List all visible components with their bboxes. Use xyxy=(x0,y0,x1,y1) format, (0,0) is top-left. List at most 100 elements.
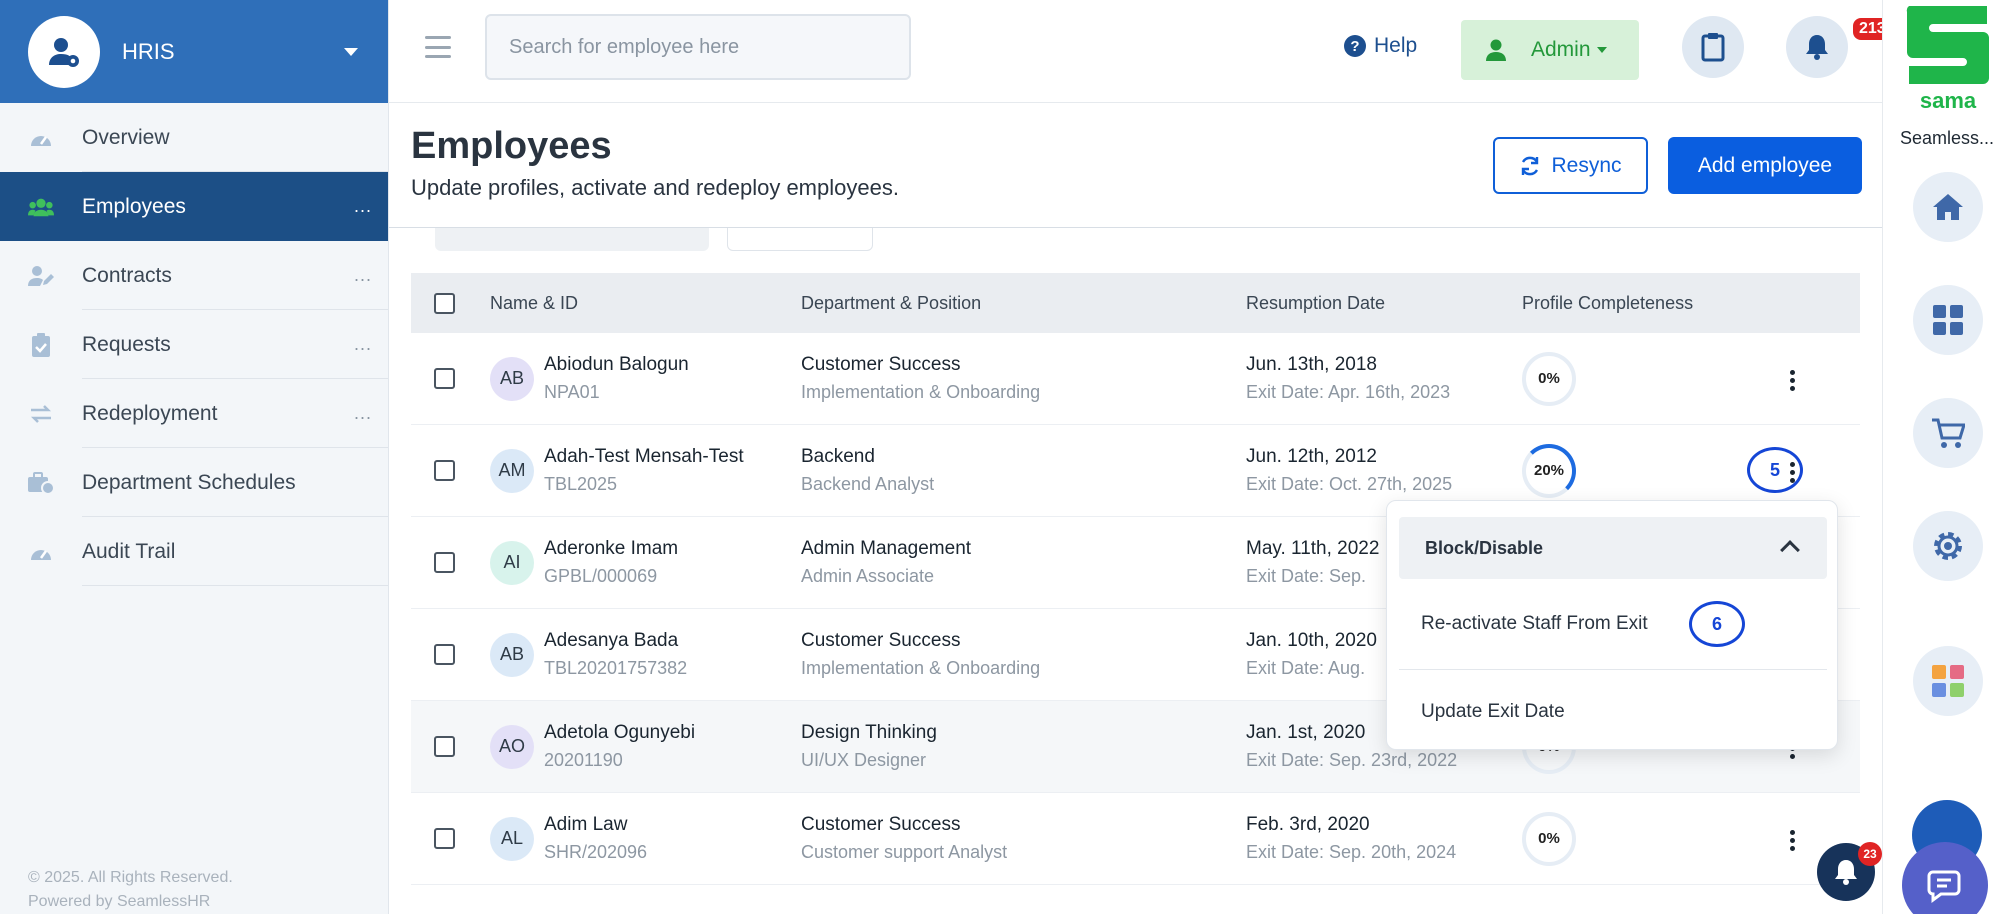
row-checkbox[interactable] xyxy=(434,552,455,573)
sidebar-item-audit-trail[interactable]: Audit Trail xyxy=(0,517,388,586)
employee-id: SHR/202096 xyxy=(544,842,648,862)
position: UI/UX Designer xyxy=(801,750,927,770)
app-rail: sama Seamless... xyxy=(1882,0,2010,914)
home-button[interactable] xyxy=(1913,172,1983,242)
resumption-date: Jun. 12th, 2012 xyxy=(1246,446,1377,467)
exit-date: Exit Date: Sep. 23rd, 2022 xyxy=(1246,750,1458,770)
sidebar-item-redeployment[interactable]: Redeployment ... xyxy=(0,379,388,448)
user-edit-icon xyxy=(28,263,54,289)
sidebar-item-requests[interactable]: Requests ... xyxy=(0,310,388,379)
employee-name[interactable]: Adesanya Bada xyxy=(544,630,687,652)
table-header: Name & ID Department & Position Resumpti… xyxy=(411,273,1860,333)
sidebar-item-contracts[interactable]: Contracts ... xyxy=(0,241,388,310)
settings-button[interactable] xyxy=(1913,511,1983,581)
colorful-grid-icon xyxy=(1932,665,1964,697)
briefcase-clock-icon xyxy=(28,470,54,496)
avatar: AM xyxy=(490,448,534,493)
resync-label: Resync xyxy=(1551,153,1622,177)
department: Customer Success xyxy=(801,814,961,835)
employee-search-input[interactable] xyxy=(485,14,911,80)
block-disable-section[interactable]: Block/Disable xyxy=(1399,517,1827,579)
department: Customer Success xyxy=(801,354,961,375)
table-row[interactable]: AB Abiodun Balogun NPA01 Customer Success… xyxy=(411,333,1860,425)
sidebar-item-department-schedules[interactable]: Department Schedules xyxy=(0,448,388,517)
position: Admin Associate xyxy=(801,566,935,586)
app-name: HRIS xyxy=(122,38,175,64)
more-icon[interactable]: ... xyxy=(354,196,372,217)
position: Implementation & Onboarding xyxy=(801,382,1041,402)
select-all-checkbox[interactable] xyxy=(434,292,455,314)
copyright-text: © 2025. All Rights Reserved. xyxy=(28,869,233,886)
employee-name[interactable]: Adim Law xyxy=(544,814,647,836)
gear-icon xyxy=(1934,532,1962,560)
question-icon: ? xyxy=(1344,35,1366,57)
sidebar-footer: © 2025. All Rights Reserved. Powered by … xyxy=(28,866,233,914)
avatar: AO xyxy=(490,724,534,769)
department: Backend xyxy=(801,446,875,467)
profile-completeness-ring: 0% xyxy=(1522,351,1576,406)
update-exit-date-menu-item[interactable]: Update Exit Date xyxy=(1421,701,1565,723)
kebab-menu-icon[interactable] xyxy=(1790,459,1796,486)
step-annotation-6: 6 xyxy=(1689,601,1745,647)
more-icon[interactable]: ... xyxy=(354,334,372,355)
row-checkbox[interactable] xyxy=(434,644,455,665)
store-button[interactable] xyxy=(1913,398,1983,468)
table-row[interactable]: AL Adim Law SHR/202096 Customer Success Cu… xyxy=(411,793,1860,885)
department: Admin Management xyxy=(801,538,972,559)
notifications-button[interactable] xyxy=(1786,16,1848,78)
kebab-menu-icon[interactable] xyxy=(1790,827,1796,854)
add-employee-button[interactable]: Add employee xyxy=(1668,137,1862,194)
row-checkbox[interactable] xyxy=(434,368,455,389)
reactivate-staff-menu-item[interactable]: Re-activate Staff From Exit xyxy=(1421,613,1648,635)
user-icon xyxy=(1486,39,1506,61)
kebab-menu-icon[interactable] xyxy=(1790,367,1796,394)
avatar: AB xyxy=(490,356,534,401)
employee-id: 20201190 xyxy=(544,750,623,770)
avatar: AI xyxy=(490,540,534,585)
sama-logo[interactable]: sama xyxy=(1905,2,1991,113)
row-checkbox[interactable] xyxy=(434,828,455,849)
chat-notification-count: 23 xyxy=(1858,842,1882,866)
help-link[interactable]: ? Help xyxy=(1344,34,1417,58)
employee-id: GPBL/000069 xyxy=(544,566,658,586)
users-icon xyxy=(28,194,54,220)
column-header-profile: Profile Completeness xyxy=(1522,292,1694,313)
admin-label: Admin xyxy=(1531,38,1591,61)
sidebar-item-label: Contracts xyxy=(82,263,172,287)
admin-role-dropdown[interactable]: Admin xyxy=(1461,20,1639,80)
employee-name[interactable]: Aderonke Imam xyxy=(544,538,678,560)
more-icon[interactable]: ... xyxy=(354,265,372,286)
resumption-date: Feb. 3rd, 2020 xyxy=(1246,814,1370,835)
grid-icon xyxy=(1933,305,1963,335)
employee-name[interactable]: Adah-Test Mensah-Test xyxy=(544,446,744,468)
dashboard-icon xyxy=(28,539,54,565)
employee-name[interactable]: Abiodun Balogun xyxy=(544,354,689,376)
clipboard-button[interactable] xyxy=(1682,16,1744,78)
chevron-down-icon[interactable] xyxy=(344,47,358,56)
cart-icon xyxy=(1932,418,1965,448)
app-switcher-button[interactable] xyxy=(1913,646,1983,716)
dashboard-icon xyxy=(28,125,54,151)
more-icon[interactable]: ... xyxy=(354,403,372,424)
powered-by-text: Powered by SeamlessHR xyxy=(28,893,211,910)
sidebar-item-overview[interactable]: Overview xyxy=(0,103,388,172)
sync-icon xyxy=(1522,156,1539,175)
topbar: ? Help Admin 21377 xyxy=(389,0,1910,103)
bell-icon xyxy=(1806,35,1828,60)
profile-completeness-ring: 0% xyxy=(1522,811,1576,866)
sama-logo-text: sama xyxy=(1920,88,1977,112)
profile-completeness-ring: 20% xyxy=(1522,443,1576,498)
department: Design Thinking xyxy=(801,722,937,743)
sidebar-item-employees[interactable]: Employees ... xyxy=(0,172,388,241)
employee-id: NPA01 xyxy=(544,382,600,402)
employee-name[interactable]: Adetola Ogunyebi xyxy=(544,722,695,744)
row-checkbox[interactable] xyxy=(434,460,455,481)
apps-button[interactable] xyxy=(1913,285,1983,355)
menu-icon[interactable] xyxy=(425,36,451,58)
chevron-down-icon xyxy=(1596,47,1607,53)
employee-id: TBL2025 xyxy=(544,474,618,494)
chat-icon xyxy=(1927,870,1961,903)
brand-header[interactable]: HRIS xyxy=(0,0,388,103)
resync-button[interactable]: Resync xyxy=(1493,137,1648,194)
row-checkbox[interactable] xyxy=(434,736,455,757)
